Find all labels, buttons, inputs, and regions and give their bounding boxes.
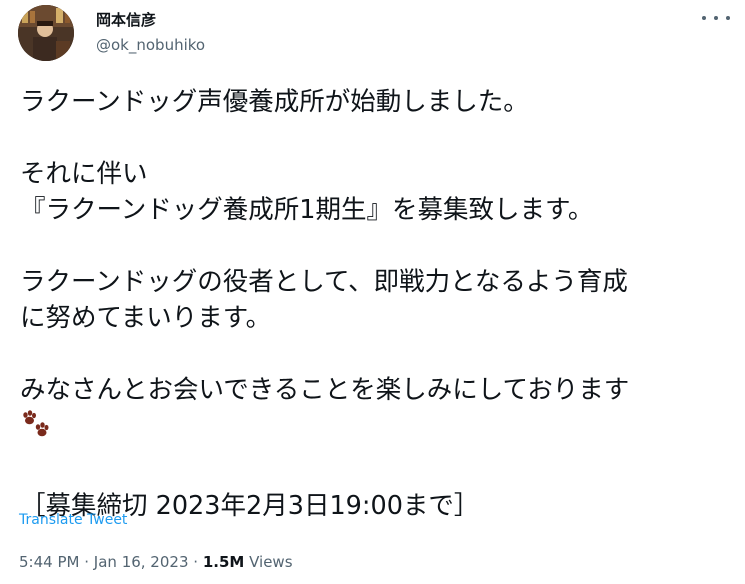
tweet-card: 岡本信彦 @ok_nobuhiko ラクーンドッグ声優養成所が始動しました。 そ… [0, 0, 745, 584]
translate-tweet-link[interactable]: Translate Tweet [19, 512, 127, 528]
avatar-image [18, 5, 74, 61]
tweet-line: ラクーンドッグの役者として、即戦力となるよう育成 [20, 267, 628, 297]
tweet-line: ラクーンドッグ声優養成所が始動しました。 [20, 87, 529, 117]
more-dot [714, 16, 718, 20]
tweet-time[interactable]: 5:44 PM [19, 553, 79, 571]
tweet-line: それに伴い [20, 159, 148, 189]
avatar[interactable] [18, 5, 74, 61]
display-name[interactable]: 岡本信彦 [96, 9, 156, 30]
tweet-meta: 5:44 PM · Jan 16, 2023 · 1.5M Views [19, 553, 293, 571]
tweet-line: 『ラクーンドッグ養成所1期生』を募集致します。 [20, 195, 594, 225]
more-horizontal-icon[interactable] [702, 8, 730, 28]
views-count: 1.5M [202, 553, 245, 571]
tweet-date[interactable]: Jan 16, 2023 [94, 553, 189, 571]
views-label: Views [249, 553, 293, 571]
emoji-line [20, 408, 735, 444]
tweet-line: に努めてまいります。 [20, 303, 272, 333]
more-dot [726, 16, 730, 20]
tweet-line: みなさんとお会いできることを楽しみにしております [20, 375, 630, 405]
paw-prints-icon [23, 410, 49, 437]
more-dot [702, 16, 706, 20]
tweet-text: ラクーンドッグ声優養成所が始動しました。 それに伴い 『ラクーンドッグ養成所1期… [20, 84, 735, 524]
meta-separator: · [193, 553, 199, 571]
user-handle[interactable]: @ok_nobuhiko [96, 36, 205, 54]
meta-separator: · [84, 553, 90, 571]
